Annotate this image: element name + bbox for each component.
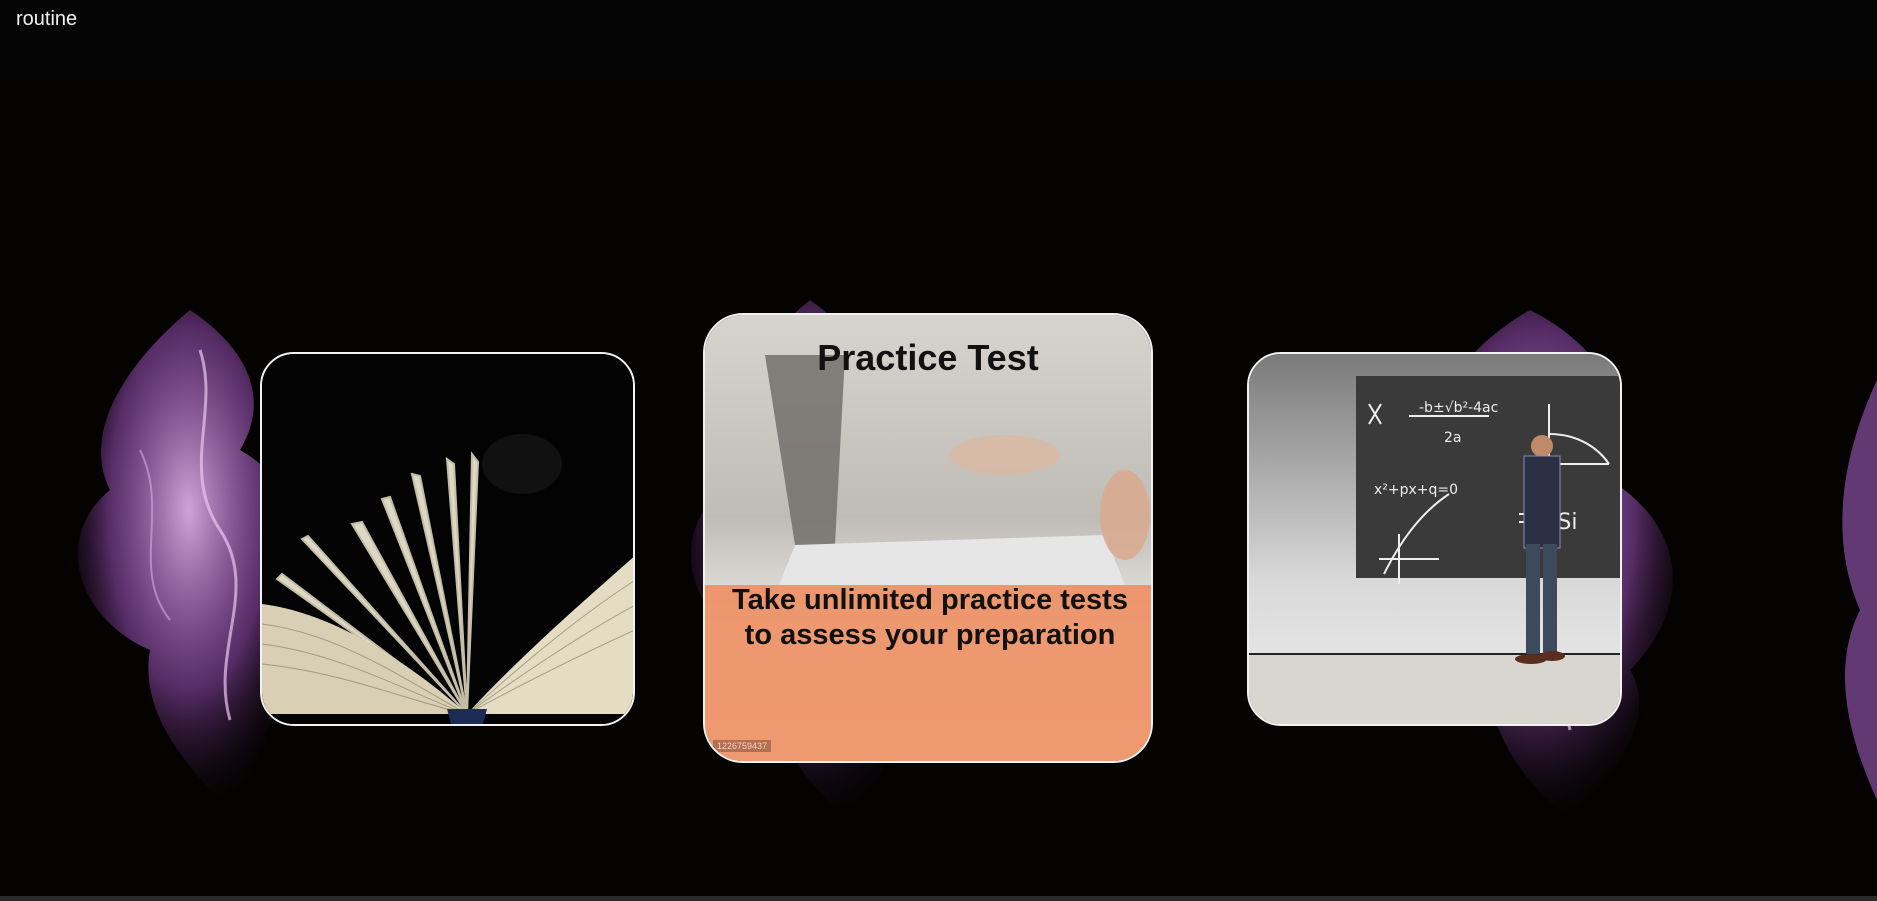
open-book-image <box>262 354 633 724</box>
svg-text:x²+px+q=0: x²+px+q=0 <box>1374 482 1458 498</box>
svg-text:-b±√b²-4ac: -b±√b²-4ac <box>1419 400 1498 416</box>
carousel-card-blackboard[interactable]: -b±√b²-4ac 2a x²+px+q=0 =Si <box>1247 352 1622 726</box>
top-bar: routine <box>0 0 1877 80</box>
svg-text:2a: 2a <box>1444 430 1462 446</box>
carousel-card-practice-test[interactable]: Practice Test Take unlimited practice te… <box>703 313 1153 763</box>
card-description-line-2: to assess your preparation <box>744 619 1116 651</box>
brand-logo-text[interactable]: routine <box>16 8 77 31</box>
page-bottom-border <box>0 896 1877 901</box>
stock-photo-id: 1226759437 <box>713 740 772 752</box>
card-description: Take unlimited practice tests to assess … <box>715 583 1145 653</box>
smoke-decoration-edge <box>1842 380 1877 800</box>
card-description-line-1: Take unlimited practice tests <box>732 584 1128 616</box>
card-title: Practice Test <box>817 337 1039 378</box>
blackboard-math-image: -b±√b²-4ac 2a x²+px+q=0 =Si <box>1249 354 1620 724</box>
carousel-card-book[interactable] <box>260 352 635 726</box>
